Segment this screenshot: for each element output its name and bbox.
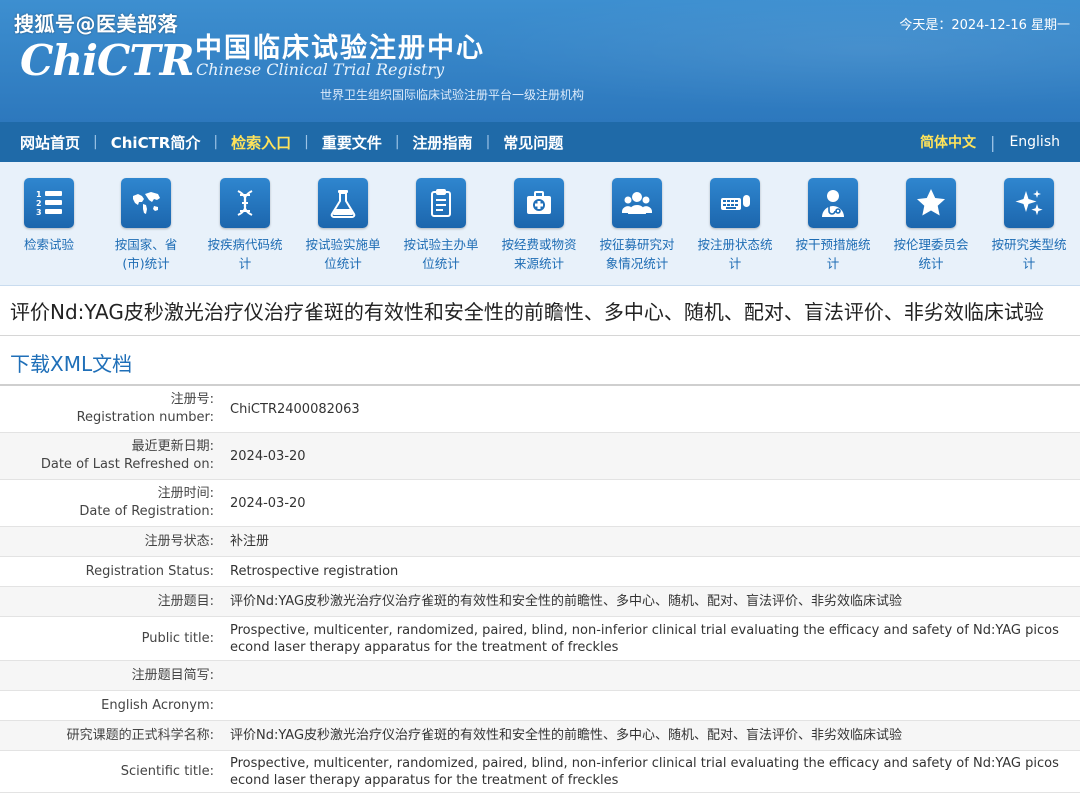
svg-text:1: 1 [36,190,42,199]
svg-text:2: 2 [36,199,42,208]
icon-label: 按注册状态统计 [697,237,773,271]
sohu-watermark: 搜狐号@医美部落 [14,12,178,36]
row-label: 注册号状态: [144,533,214,549]
row-label: Registration Status: [85,563,214,579]
english-acronym-value [230,691,1080,720]
icon-label: 按干预措施统计 [795,237,871,271]
row-label: 研究课题的正式科学名称: [66,727,214,743]
icon-by-implementing-unit[interactable]: 按试验实施单 位统计 [294,178,392,273]
doctor-icon [808,178,858,228]
icon-label: 按经费或物资 来源统计 [501,237,577,271]
row-label: Public title: [141,630,214,646]
today-date: 今天是：2024-12-16 星期一 [899,18,1070,33]
public-title-cn-value: 评价Nd:YAG皮秒激光治疗仪治疗雀斑的有效性和安全性的前瞻性、多中心、随机、配… [230,594,903,609]
chictr-logo[interactable]: ChiCTR [20,36,195,85]
nav-links: 网站首页 | ChiCTR简介 | 检索入口 | 重要文件 | 注册指南 | 常… [0,132,563,153]
language-switch: 简体中文 | English [920,132,1060,152]
list-number-icon: 123 [24,178,74,228]
statistics-icon-row: 123 检索试验 按国家、省 (市)统计 按疾病代码统计 按试验实施单 位统计 按试… [0,162,1080,286]
row-label: 最近更新日期: Date of Last Refreshed on: [40,439,214,472]
icon-by-disease-code[interactable]: 按疾病代码统计 [196,178,294,273]
registration-status-cn-value: 补注册 [230,534,270,549]
table-row: 注册号状态: 补注册 [0,527,1080,557]
nav-separator: | [304,134,309,150]
table-row: 注册号: Registration number: ChiCTR240008206… [0,386,1080,433]
table-row: 注册时间: Date of Registration: 2024-03-20 [0,480,1080,527]
icon-label: 按国家、省 (市)统计 [114,237,178,271]
row-label: English Acronym: [101,697,214,713]
dna-icon [220,178,270,228]
sparkle-icon [1004,178,1054,228]
nav-documents[interactable]: 重要文件 [322,132,382,153]
table-row: Public title: Prospective, multicenter, … [0,617,1080,661]
icon-label: 按试验实施单 位统计 [305,237,381,271]
nav-separator: | [485,134,491,150]
icon-by-recruitment[interactable]: 按征募研究对 象情况统计 [588,178,686,273]
table-row: 最近更新日期: Date of Last Refreshed on: 2024-0… [0,433,1080,480]
nav-about[interactable]: ChiCTR简介 [111,132,201,153]
header-banner: 搜狐号@医美部落 ChiCTR 中国临床试验注册中心 Chinese Clini… [0,0,1080,122]
clipboard-icon [416,178,466,228]
icon-label: 按研究类型统计 [991,237,1067,271]
row-label: 注册题目: [157,593,214,609]
flask-icon [318,178,368,228]
nav-separator: | [213,134,219,150]
icon-by-intervention[interactable]: 按干预措施统计 [784,178,882,273]
nav-separator: | [394,134,400,150]
nav-faq[interactable]: 常见问题 [503,132,563,153]
icon-label: 按伦理委员会 统计 [893,237,969,271]
row-label: 注册号: Registration number: [76,392,214,425]
download-xml-link[interactable]: 下载XML文档 [10,348,132,377]
row-label: 注册时间: Date of Registration: [79,486,214,519]
table-row: 研究课题的正式科学名称: 评价Nd:YAG皮秒激光治疗仪治疗雀斑的有效性和安全性… [0,721,1080,751]
keyboard-mouse-icon [710,178,760,228]
star-icon [906,178,956,228]
icon-by-sponsor[interactable]: 按试验主办单 位统计 [392,178,490,273]
icon-by-registration-status[interactable]: 按注册状态统计 [686,178,784,273]
row-label: 注册题目简写: [131,667,214,683]
lang-chinese[interactable]: 简体中文 [920,132,976,152]
nav-guide[interactable]: 注册指南 [413,132,473,153]
nav-search[interactable]: 检索入口 [231,132,291,153]
nav-home[interactable]: 网站首页 [20,132,80,153]
svg-text:3: 3 [36,208,42,217]
registration-detail-table: 注册号: Registration number: ChiCTR240008206… [0,386,1080,793]
table-row: English Acronym: [0,691,1080,721]
registration-status-en-value: Retrospective registration [230,564,399,579]
icon-label: 按疾病代码统计 [207,237,283,271]
site-name-en: Chinese Clinical Trial Registry [196,60,445,79]
lang-separator: | [990,132,996,152]
icon-by-ethics-committee[interactable]: 按伦理委员会 统计 [882,178,980,273]
public-title-en-value: Prospective, multicenter, randomized, pa… [230,622,1059,655]
trial-title: 评价Nd:YAG皮秒激光治疗仪治疗雀斑的有效性和安全性的前瞻性、多中心、随机、配… [0,286,1080,336]
row-label: Scientific title: [120,763,214,779]
main-nav: 网站首页 | ChiCTR简介 | 检索入口 | 重要文件 | 注册指南 | 常… [0,122,1080,162]
lang-english[interactable]: English [1009,134,1060,150]
icon-by-country[interactable]: 按国家、省 (市)统计 [97,178,195,273]
scientific-title-cn-value: 评价Nd:YAG皮秒激光治疗仪治疗雀斑的有效性和安全性的前瞻性、多中心、随机、配… [230,728,903,743]
table-row: 注册题目简写: [0,661,1080,691]
table-row: 注册题目: 评价Nd:YAG皮秒激光治疗仪治疗雀斑的有效性和安全性的前瞻性、多中… [0,587,1080,617]
icon-by-funding-source[interactable]: 按经费或物资 来源统计 [490,178,588,273]
registration-number-value: ChiCTR2400082063 [230,401,360,417]
medical-kit-icon [514,178,564,228]
table-row: Scientific title: Prospective, multicent… [0,751,1080,793]
icon-label: 按征募研究对 象情况统计 [599,237,675,271]
last-refreshed-value: 2024-03-20 [230,448,306,464]
table-row: Registration Status: Retrospective regis… [0,557,1080,587]
scientific-title-en-value: Prospective, multicenter, randomized, pa… [230,755,1059,788]
icon-label: 按试验主办单 位统计 [403,237,479,271]
nav-separator: | [93,134,98,150]
icon-by-study-type[interactable]: 按研究类型统计 [980,178,1078,273]
site-subtitle: 世界卫生组织国际临床试验注册平台一级注册机构 [320,88,585,102]
world-map-icon [121,178,171,228]
icon-label: 检索试验 [23,237,74,252]
registration-date-value: 2024-03-20 [230,495,306,511]
title-acronym-cn-value [230,661,1080,690]
icon-search-trials[interactable]: 123 检索试验 [0,178,98,254]
people-group-icon [612,178,662,228]
